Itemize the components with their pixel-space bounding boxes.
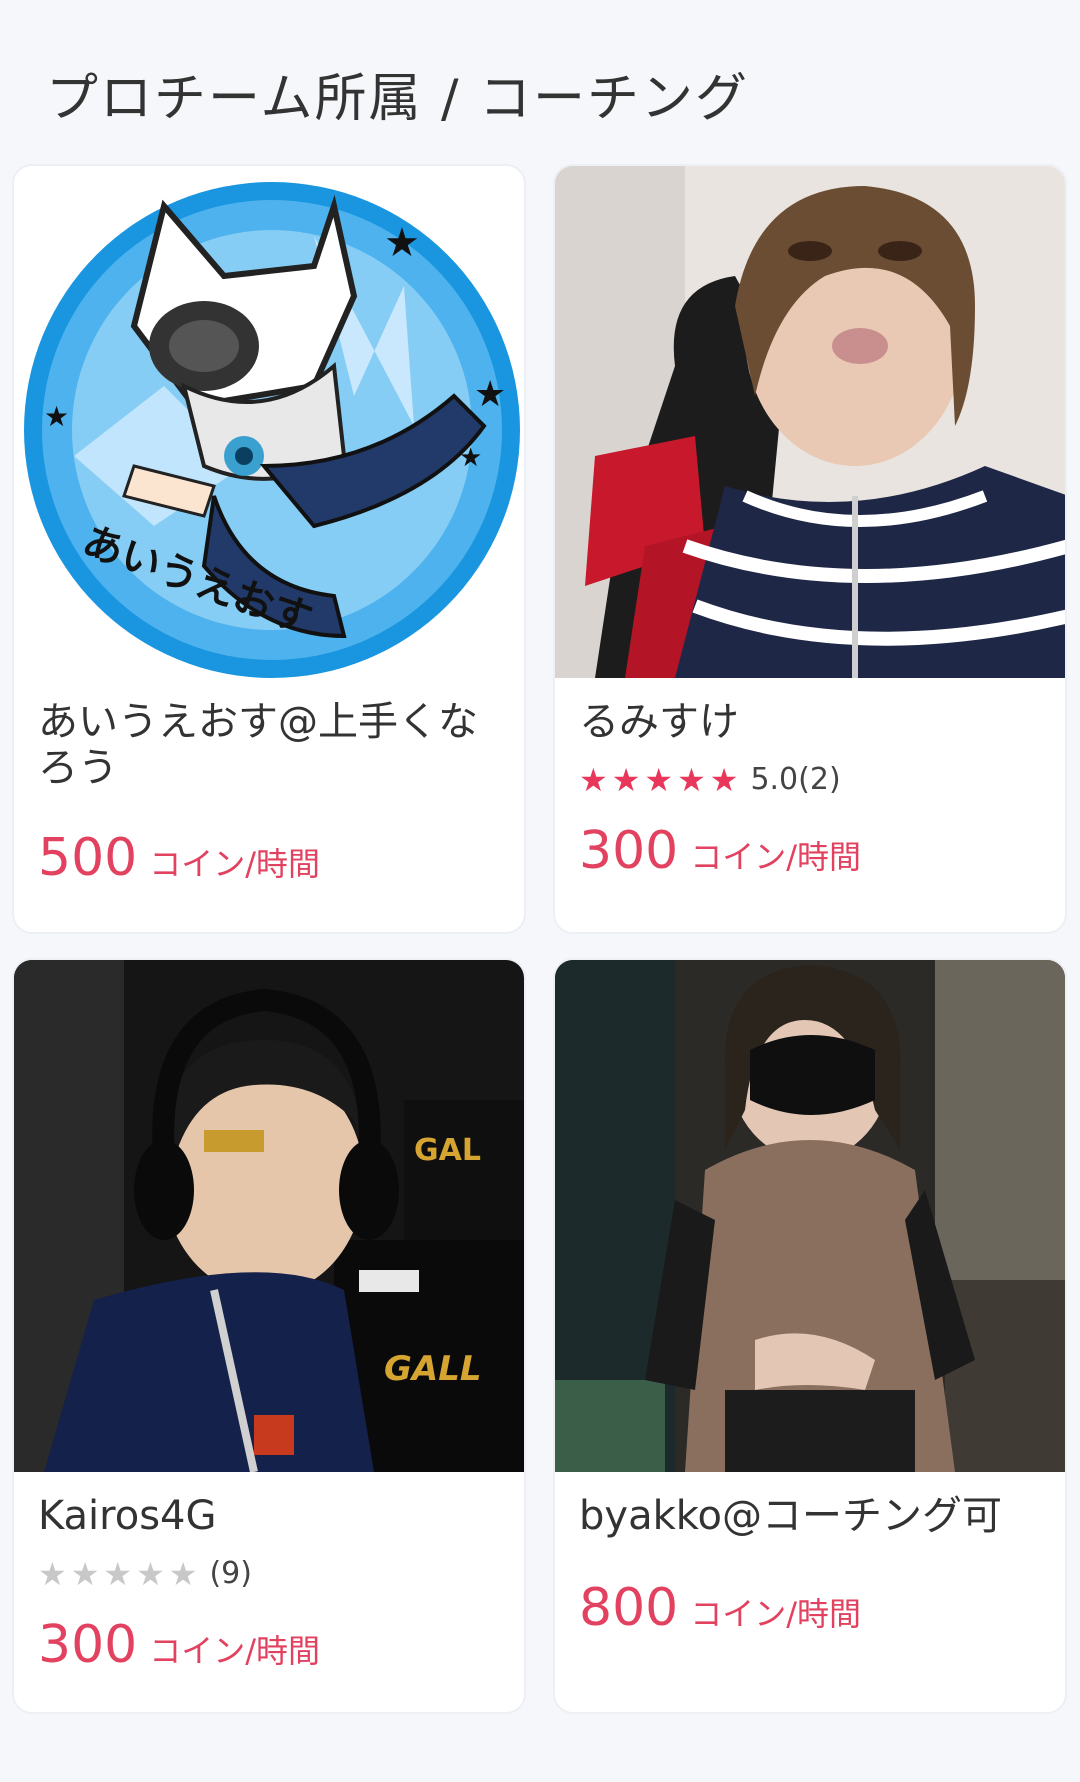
price-unit: コイン/時間 [690,1595,862,1633]
price: 300 コイン/時間 [38,1617,320,1673]
star-icon: ★ [611,760,641,799]
price: 500 コイン/時間 [38,830,320,886]
price-amount: 500 [38,828,138,888]
price-unit: コイン/時間 [149,845,321,883]
star-icon: ★ [709,760,739,799]
rating: ★ ★ ★ ★ ★ 5.0(2) [579,762,841,797]
price-amount: 800 [579,1578,679,1638]
star-icon: ★ [38,1554,67,1593]
star-icon: ★ [168,1554,198,1593]
coach-name: あいうえおす@上手くなろう [38,699,478,791]
star-icon: ★ [579,760,608,799]
coach-avatar: ★ ★ ★ ★ あいうえおす [14,166,524,678]
coach-name: るみすけ [579,699,739,745]
svg-text:★: ★ [474,374,506,415]
price-unit: コイン/時間 [149,1632,321,1670]
coach-name: byakko@コーチング可 [579,1493,1002,1539]
svg-text:★: ★ [384,220,420,266]
rating-score: 5.0(2) [750,762,841,797]
star-icon: ★ [136,1554,165,1593]
rating: ★ ★ ★ ★ ★ (9) [38,1556,252,1591]
coach-card[interactable]: byakko@コーチング可 800 コイン/時間 [553,958,1067,1714]
star-icon: ★ [70,1554,100,1593]
price-amount: 300 [38,1615,138,1675]
coach-photo [555,960,1065,1472]
coach-card[interactable]: ★ ★ ★ ★ あいうえおす あいうえおす@上手くなろう 500 コイン/時間 [12,164,526,934]
coach-photo [555,166,1065,678]
price: 300 コイン/時間 [579,823,861,879]
coach-name: Kairos4G [38,1493,217,1539]
star-icon: ★ [644,760,674,799]
svg-text:GAL: GAL [414,1133,481,1168]
price-amount: 300 [579,821,679,881]
coach-card[interactable]: るみすけ ★ ★ ★ ★ ★ 5.0(2) 300 コイン/時間 [553,164,1067,934]
price-unit: コイン/時間 [690,838,862,876]
svg-text:★: ★ [44,400,69,433]
rating-count: (9) [209,1556,252,1591]
price: 800 コイン/時間 [579,1580,861,1636]
svg-text:GALL: GALL [384,1349,482,1389]
star-icon: ★ [677,760,706,799]
star-icon: ★ [103,1554,133,1593]
coach-card[interactable]: GAL GALL Kairos4G ★ ★ ★ ★ ★ (9) 300 コイン/… [12,958,526,1714]
section-title: プロチーム所属 / コーチング [46,69,750,129]
coach-photo: GAL GALL [14,960,524,1472]
